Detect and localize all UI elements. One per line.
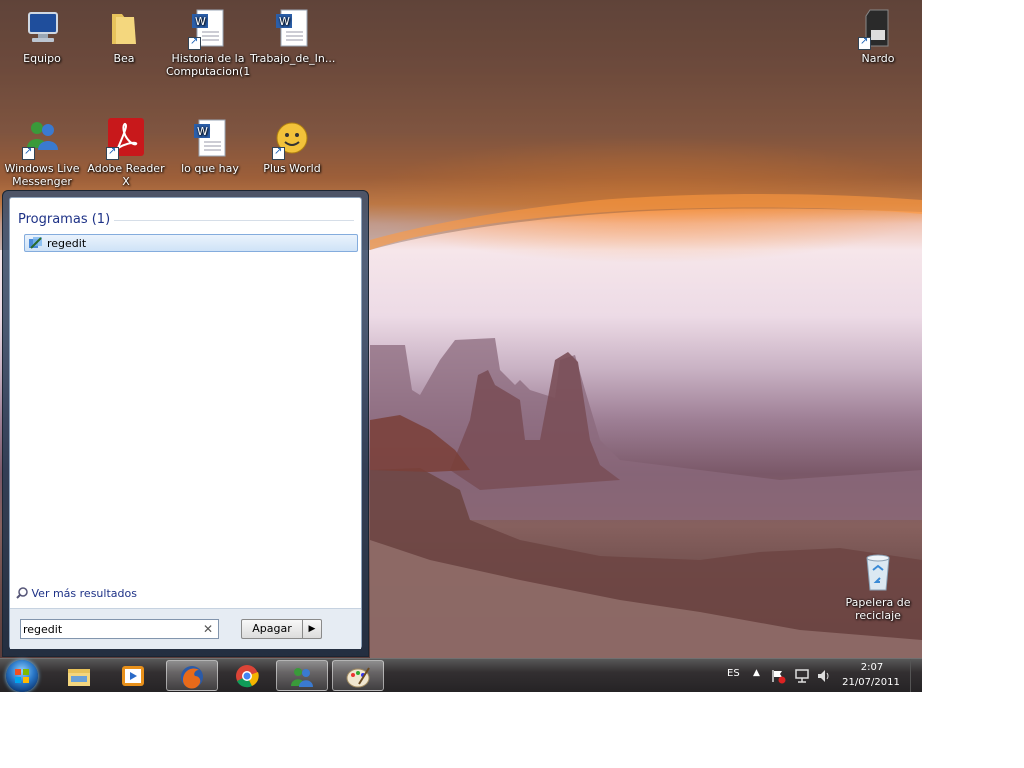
search-result-label: regedit bbox=[47, 237, 87, 250]
desktop-icon-recycle-bin[interactable]: Papelera de reciclaje bbox=[836, 552, 920, 622]
desktop-icon-label: Papelera de reciclaje bbox=[845, 596, 911, 622]
desktop-icon-adobe-reader[interactable]: Adobe Reader X bbox=[84, 118, 168, 188]
action-center-flag-icon[interactable] bbox=[770, 668, 786, 684]
clock-time[interactable]: 2:07 bbox=[850, 662, 894, 673]
shortcut-arrow-icon bbox=[106, 145, 119, 160]
section-divider bbox=[114, 220, 354, 221]
start-menu-footer: ✕ Apagar ▶ bbox=[10, 608, 361, 649]
sd-card-icon bbox=[858, 8, 898, 50]
desktop-icon-label: Trabajo_de_In... bbox=[250, 52, 336, 65]
folder-icon bbox=[104, 8, 144, 48]
clock-date[interactable]: 21/07/2011 bbox=[836, 677, 906, 688]
results-section-title: Programas (1) bbox=[18, 212, 111, 227]
desktop-icon-trabajo[interactable]: W Trabajo_de_In... bbox=[250, 8, 336, 65]
system-tray: ES ▲ 2:07 21/07/2011 bbox=[720, 659, 920, 692]
desktop-icon-messenger[interactable]: Windows Live Messenger bbox=[0, 118, 84, 188]
desktop-icon-equipo[interactable]: Equipo bbox=[0, 8, 84, 65]
shortcut-arrow-icon bbox=[22, 145, 35, 160]
volume-icon[interactable] bbox=[816, 668, 832, 684]
start-button[interactable] bbox=[6, 660, 38, 692]
clear-search-icon[interactable]: ✕ bbox=[203, 622, 213, 636]
desktop-icon-label: Windows Live Messenger bbox=[4, 162, 80, 188]
svg-text:W: W bbox=[197, 125, 208, 138]
taskbar-firefox[interactable] bbox=[166, 660, 218, 691]
taskbar: ES ▲ 2:07 21/07/2011 bbox=[0, 658, 922, 692]
taskbar-messenger[interactable] bbox=[276, 660, 328, 691]
language-indicator[interactable]: ES bbox=[727, 668, 740, 679]
taskbar-media-player[interactable] bbox=[108, 660, 160, 691]
desktop-screen: Equipo Bea W Historia de la Computacion(… bbox=[0, 0, 922, 692]
shortcut-arrow-icon bbox=[188, 35, 201, 50]
show-desktop-button[interactable] bbox=[910, 659, 922, 692]
start-search-input[interactable] bbox=[23, 621, 198, 637]
chrome-icon bbox=[236, 665, 259, 688]
firefox-icon bbox=[181, 666, 203, 689]
media-player-icon bbox=[122, 666, 144, 686]
paint-icon bbox=[346, 667, 370, 688]
plus-world-icon bbox=[272, 118, 312, 160]
start-menu-results-panel: Programas (1) regedit Ver más resultados… bbox=[9, 197, 362, 649]
shortcut-arrow-icon bbox=[858, 35, 871, 50]
recycle-bin-icon bbox=[858, 552, 898, 592]
start-search-box[interactable]: ✕ bbox=[20, 619, 219, 639]
network-icon[interactable] bbox=[794, 668, 810, 684]
svg-text:W: W bbox=[279, 15, 290, 28]
search-icon bbox=[16, 587, 28, 599]
svg-text:W: W bbox=[195, 15, 206, 28]
taskbar-paint[interactable] bbox=[332, 660, 384, 691]
messenger-icon bbox=[22, 118, 62, 160]
search-result-regedit[interactable]: regedit bbox=[24, 234, 358, 252]
desktop-icon-label: Nardo bbox=[861, 52, 895, 65]
explorer-icon bbox=[68, 669, 90, 686]
start-menu: Programas (1) regedit Ver más resultados… bbox=[2, 190, 369, 657]
word-document-icon: W bbox=[190, 118, 230, 158]
windows-logo-icon bbox=[15, 669, 29, 683]
more-results-label: Ver más resultados bbox=[31, 587, 137, 600]
adobe-reader-icon bbox=[106, 118, 146, 160]
more-results-link[interactable]: Ver más resultados bbox=[16, 587, 137, 600]
word-document-icon: W bbox=[188, 8, 228, 50]
messenger-icon bbox=[291, 668, 313, 687]
desktop-icon-label: Historia de la Computacion(1 bbox=[166, 52, 251, 78]
regedit-icon bbox=[29, 237, 42, 249]
show-hidden-icons-icon[interactable]: ▲ bbox=[753, 668, 760, 678]
computer-icon bbox=[22, 8, 62, 48]
desktop-icon-plus-world[interactable]: Plus World bbox=[250, 118, 334, 175]
taskbar-explorer[interactable] bbox=[54, 660, 106, 691]
taskbar-chrome[interactable] bbox=[222, 660, 274, 691]
desktop-icon-label: Equipo bbox=[23, 52, 61, 65]
shutdown-options-arrow-icon[interactable]: ▶ bbox=[303, 619, 322, 639]
desktop-icon-lo-que-hay[interactable]: W lo que hay bbox=[168, 118, 252, 175]
shutdown-button[interactable]: Apagar bbox=[241, 619, 303, 639]
word-document-icon: W bbox=[272, 8, 312, 48]
desktop-icon-label: Plus World bbox=[263, 162, 321, 175]
desktop-icon-historia[interactable]: W Historia de la Computacion(1 bbox=[166, 8, 250, 78]
desktop-icon-label: Bea bbox=[113, 52, 135, 65]
desktop-icon-label: Adobe Reader X bbox=[87, 162, 165, 188]
desktop-icon-label: lo que hay bbox=[181, 162, 239, 175]
desktop-icon-nardo[interactable]: Nardo bbox=[836, 8, 920, 65]
shortcut-arrow-icon bbox=[272, 145, 285, 160]
desktop-icon-bea[interactable]: Bea bbox=[82, 8, 166, 65]
